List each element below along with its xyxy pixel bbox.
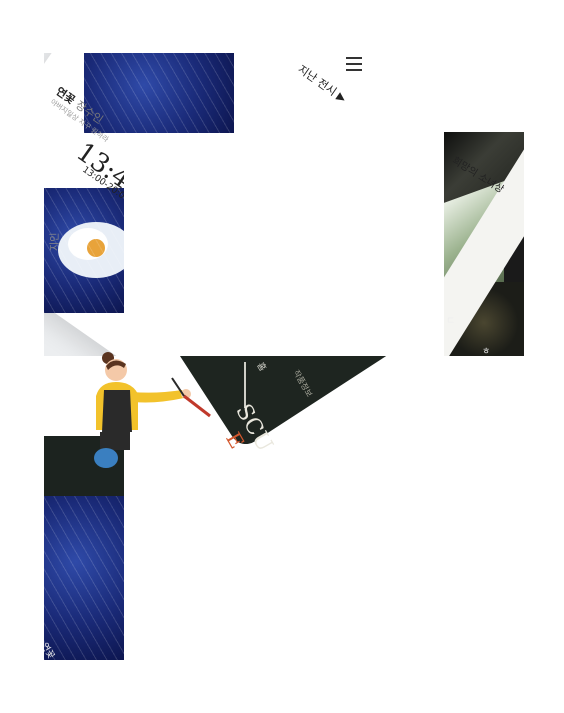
phone-screenshot-top-right: 희망의 소녀상 ㄷ ㅎ	[444, 132, 524, 356]
menu-icon[interactable]	[346, 57, 362, 71]
tab-indicator	[244, 362, 246, 408]
side-label-b: ㅎ	[482, 347, 491, 356]
side-label-a: ㄷ	[446, 316, 456, 327]
painter-illustration	[94, 352, 211, 468]
artwork-thumbnail-top	[84, 53, 234, 133]
blank-panel	[124, 135, 444, 356]
artwork-thumbnail-bottom	[44, 496, 124, 660]
side-label: 지인	[50, 232, 61, 251]
